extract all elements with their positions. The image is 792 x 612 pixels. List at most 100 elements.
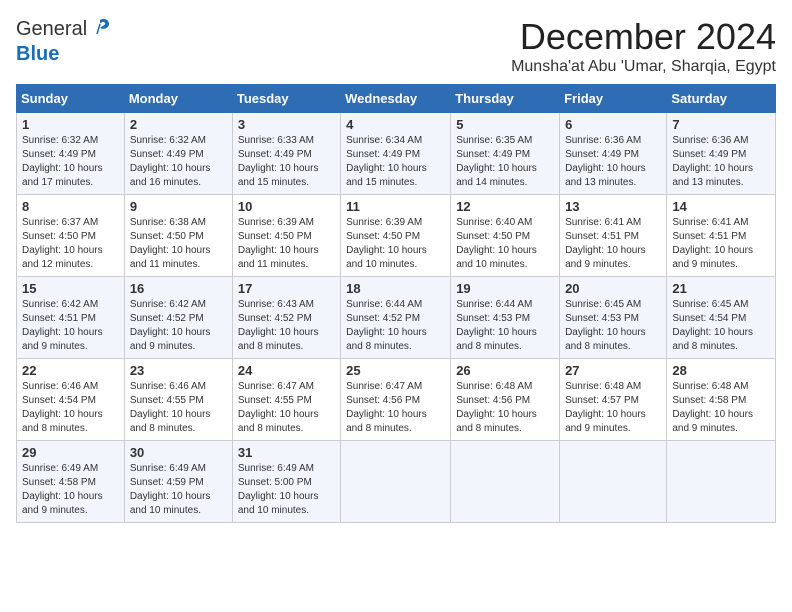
day-number: 31	[238, 445, 335, 460]
month-year-title: December 2024	[511, 16, 776, 58]
location-text: Munsha'at Abu 'Umar, Sharqia, Egypt	[511, 58, 776, 76]
logo-blue-text: Blue	[16, 43, 59, 65]
day-number: 20	[565, 281, 661, 296]
day-number: 12	[456, 199, 554, 214]
calendar-cell: 11 Sunrise: 6:39 AMSunset: 4:50 PMDaylig…	[341, 195, 451, 277]
calendar-header-row: SundayMondayTuesdayWednesdayThursdayFrid…	[17, 85, 776, 113]
calendar-cell: 4 Sunrise: 6:34 AMSunset: 4:49 PMDayligh…	[341, 113, 451, 195]
day-info: Sunrise: 6:49 AMSunset: 4:58 PMDaylight:…	[22, 463, 103, 516]
calendar-cell: 22 Sunrise: 6:46 AMSunset: 4:54 PMDaylig…	[17, 359, 125, 441]
calendar-cell	[341, 441, 451, 523]
calendar-week-row: 8 Sunrise: 6:37 AMSunset: 4:50 PMDayligh…	[17, 195, 776, 277]
day-info: Sunrise: 6:35 AMSunset: 4:49 PMDaylight:…	[456, 135, 537, 188]
day-number: 11	[346, 199, 445, 214]
day-number: 3	[238, 117, 335, 132]
logo-general-text: General	[16, 18, 87, 40]
day-info: Sunrise: 6:42 AMSunset: 4:51 PMDaylight:…	[22, 299, 103, 352]
calendar-cell: 25 Sunrise: 6:47 AMSunset: 4:56 PMDaylig…	[341, 359, 451, 441]
calendar-cell	[451, 441, 560, 523]
day-number: 10	[238, 199, 335, 214]
calendar-cell: 18 Sunrise: 6:44 AMSunset: 4:52 PMDaylig…	[341, 277, 451, 359]
day-info: Sunrise: 6:41 AMSunset: 4:51 PMDaylight:…	[565, 217, 646, 270]
day-number: 28	[672, 363, 770, 378]
calendar-cell: 13 Sunrise: 6:41 AMSunset: 4:51 PMDaylig…	[560, 195, 667, 277]
calendar-cell: 10 Sunrise: 6:39 AMSunset: 4:50 PMDaylig…	[232, 195, 340, 277]
header-monday: Monday	[124, 85, 232, 113]
title-block: December 2024 Munsha'at Abu 'Umar, Sharq…	[511, 16, 776, 76]
day-info: Sunrise: 6:37 AMSunset: 4:50 PMDaylight:…	[22, 217, 103, 270]
day-number: 13	[565, 199, 661, 214]
header-thursday: Thursday	[451, 85, 560, 113]
day-number: 29	[22, 445, 119, 460]
day-info: Sunrise: 6:36 AMSunset: 4:49 PMDaylight:…	[565, 135, 646, 188]
day-number: 9	[130, 199, 227, 214]
calendar-cell: 14 Sunrise: 6:41 AMSunset: 4:51 PMDaylig…	[667, 195, 776, 277]
day-number: 26	[456, 363, 554, 378]
page-header: General Blue December 2024 Munsha'at Abu…	[16, 16, 776, 76]
day-number: 16	[130, 281, 227, 296]
calendar-cell: 9 Sunrise: 6:38 AMSunset: 4:50 PMDayligh…	[124, 195, 232, 277]
day-info: Sunrise: 6:33 AMSunset: 4:49 PMDaylight:…	[238, 135, 319, 188]
calendar-cell	[560, 441, 667, 523]
calendar-cell	[667, 441, 776, 523]
day-number: 18	[346, 281, 445, 296]
day-info: Sunrise: 6:49 AMSunset: 4:59 PMDaylight:…	[130, 463, 211, 516]
header-friday: Friday	[560, 85, 667, 113]
day-info: Sunrise: 6:45 AMSunset: 4:53 PMDaylight:…	[565, 299, 646, 352]
calendar-cell: 26 Sunrise: 6:48 AMSunset: 4:56 PMDaylig…	[451, 359, 560, 441]
day-info: Sunrise: 6:47 AMSunset: 4:55 PMDaylight:…	[238, 381, 319, 434]
calendar-cell: 31 Sunrise: 6:49 AMSunset: 5:00 PMDaylig…	[232, 441, 340, 523]
calendar-cell: 6 Sunrise: 6:36 AMSunset: 4:49 PMDayligh…	[560, 113, 667, 195]
day-number: 30	[130, 445, 227, 460]
calendar-cell: 8 Sunrise: 6:37 AMSunset: 4:50 PMDayligh…	[17, 195, 125, 277]
day-number: 17	[238, 281, 335, 296]
day-info: Sunrise: 6:40 AMSunset: 4:50 PMDaylight:…	[456, 217, 537, 270]
calendar-cell: 12 Sunrise: 6:40 AMSunset: 4:50 PMDaylig…	[451, 195, 560, 277]
day-info: Sunrise: 6:48 AMSunset: 4:57 PMDaylight:…	[565, 381, 646, 434]
calendar-cell: 5 Sunrise: 6:35 AMSunset: 4:49 PMDayligh…	[451, 113, 560, 195]
day-info: Sunrise: 6:49 AMSunset: 5:00 PMDaylight:…	[238, 463, 319, 516]
header-sunday: Sunday	[17, 85, 125, 113]
day-info: Sunrise: 6:36 AMSunset: 4:49 PMDaylight:…	[672, 135, 753, 188]
day-number: 27	[565, 363, 661, 378]
calendar-cell: 21 Sunrise: 6:45 AMSunset: 4:54 PMDaylig…	[667, 277, 776, 359]
calendar-cell: 27 Sunrise: 6:48 AMSunset: 4:57 PMDaylig…	[560, 359, 667, 441]
calendar-cell: 7 Sunrise: 6:36 AMSunset: 4:49 PMDayligh…	[667, 113, 776, 195]
calendar-cell: 29 Sunrise: 6:49 AMSunset: 4:58 PMDaylig…	[17, 441, 125, 523]
day-info: Sunrise: 6:39 AMSunset: 4:50 PMDaylight:…	[346, 217, 427, 270]
calendar-cell: 3 Sunrise: 6:33 AMSunset: 4:49 PMDayligh…	[232, 113, 340, 195]
calendar-cell: 2 Sunrise: 6:32 AMSunset: 4:49 PMDayligh…	[124, 113, 232, 195]
calendar-cell: 28 Sunrise: 6:48 AMSunset: 4:58 PMDaylig…	[667, 359, 776, 441]
day-info: Sunrise: 6:32 AMSunset: 4:49 PMDaylight:…	[22, 135, 103, 188]
day-info: Sunrise: 6:44 AMSunset: 4:52 PMDaylight:…	[346, 299, 427, 352]
day-number: 14	[672, 199, 770, 214]
day-info: Sunrise: 6:48 AMSunset: 4:58 PMDaylight:…	[672, 381, 753, 434]
day-number: 7	[672, 117, 770, 132]
day-info: Sunrise: 6:41 AMSunset: 4:51 PMDaylight:…	[672, 217, 753, 270]
calendar-cell: 23 Sunrise: 6:46 AMSunset: 4:55 PMDaylig…	[124, 359, 232, 441]
calendar-cell: 15 Sunrise: 6:42 AMSunset: 4:51 PMDaylig…	[17, 277, 125, 359]
calendar-week-row: 22 Sunrise: 6:46 AMSunset: 4:54 PMDaylig…	[17, 359, 776, 441]
day-number: 21	[672, 281, 770, 296]
day-info: Sunrise: 6:47 AMSunset: 4:56 PMDaylight:…	[346, 381, 427, 434]
calendar-cell: 20 Sunrise: 6:45 AMSunset: 4:53 PMDaylig…	[560, 277, 667, 359]
day-info: Sunrise: 6:34 AMSunset: 4:49 PMDaylight:…	[346, 135, 427, 188]
day-number: 15	[22, 281, 119, 296]
calendar-week-row: 1 Sunrise: 6:32 AMSunset: 4:49 PMDayligh…	[17, 113, 776, 195]
day-number: 8	[22, 199, 119, 214]
day-info: Sunrise: 6:48 AMSunset: 4:56 PMDaylight:…	[456, 381, 537, 434]
calendar-cell: 24 Sunrise: 6:47 AMSunset: 4:55 PMDaylig…	[232, 359, 340, 441]
day-number: 1	[22, 117, 119, 132]
day-info: Sunrise: 6:39 AMSunset: 4:50 PMDaylight:…	[238, 217, 319, 270]
day-number: 22	[22, 363, 119, 378]
day-info: Sunrise: 6:45 AMSunset: 4:54 PMDaylight:…	[672, 299, 753, 352]
day-info: Sunrise: 6:32 AMSunset: 4:49 PMDaylight:…	[130, 135, 211, 188]
header-saturday: Saturday	[667, 85, 776, 113]
day-number: 24	[238, 363, 335, 378]
day-number: 19	[456, 281, 554, 296]
calendar-week-row: 15 Sunrise: 6:42 AMSunset: 4:51 PMDaylig…	[17, 277, 776, 359]
day-number: 23	[130, 363, 227, 378]
day-info: Sunrise: 6:44 AMSunset: 4:53 PMDaylight:…	[456, 299, 537, 352]
calendar-cell: 30 Sunrise: 6:49 AMSunset: 4:59 PMDaylig…	[124, 441, 232, 523]
day-number: 5	[456, 117, 554, 132]
